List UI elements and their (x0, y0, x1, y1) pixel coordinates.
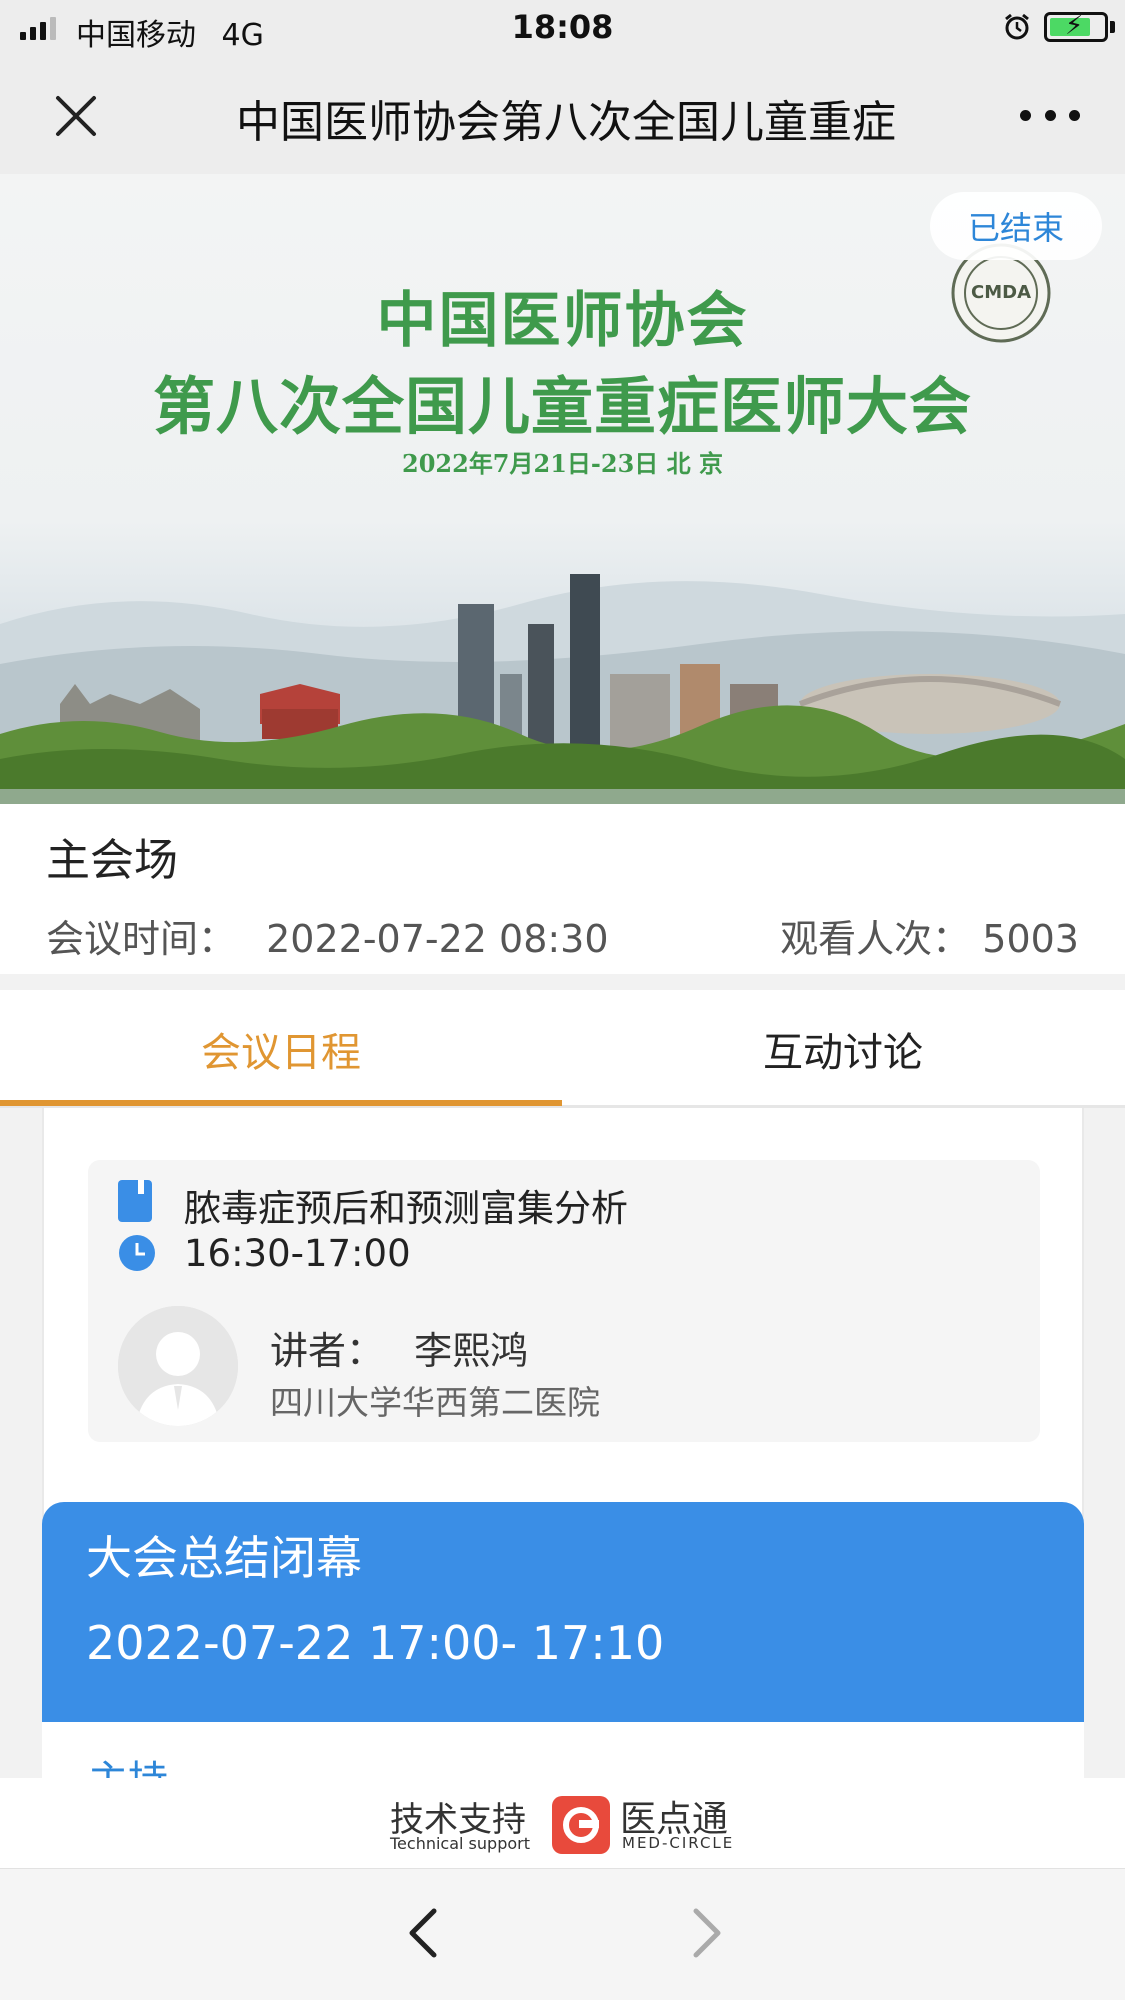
forward-chevron-icon[interactable] (680, 1905, 730, 1961)
closing-session-time: 2022-07-22 17:00- 17:10 (86, 1616, 665, 1670)
banner-title-line2: 第八次全国儿童重症医师大会 (152, 370, 972, 443)
meeting-time-label: 会议时间： (46, 917, 237, 961)
conference-banner: 中国医师协会 第八次全国儿童重症医师大会 2022年7月21日-23日 北 京 … (0, 174, 1125, 804)
closing-session-card[interactable]: 大会总结闭幕 2022-07-22 17:00- 17:10 主持 (42, 1502, 1084, 1778)
status-badge: 已结束 (930, 192, 1102, 260)
hall-title: 主会场 (46, 835, 178, 886)
back-chevron-icon[interactable] (400, 1905, 450, 1961)
page-title: 中国医师协会第八次全国儿童重症 (236, 97, 896, 148)
banner-date-location: 2022年7月21日-23日 北 京 (402, 449, 723, 478)
more-icon[interactable] (1020, 100, 1080, 130)
meeting-time: 会议时间： 2022-07-22 08:30 (46, 908, 609, 963)
clock-icon (119, 1235, 155, 1271)
status-bar: 中国移动 4G 18:08 ⚡ (0, 0, 1125, 56)
alarm-icon (1005, 13, 1029, 40)
closing-session-title: 大会总结闭幕 (86, 1531, 362, 1585)
session-info: 主会场 会议时间： 2022-07-22 08:30 观看人次： 5003 (0, 804, 1125, 974)
speaker-avatar (118, 1306, 238, 1426)
view-count: 观看人次： 5003 (780, 908, 1079, 963)
battery-tip (1110, 21, 1115, 33)
speaker-hospital: 四川大学华西第二医院 (270, 1383, 600, 1422)
tech-support-footer: 技术支持 Technical support 医点通 MED-CIRCLE (0, 1778, 1125, 1868)
schedule-item[interactable]: 脓毒症预后和预测富集分析 16:30-17:00 讲者： 李熙鸿 四川大学华西第… (88, 1160, 1040, 1442)
browser-bottom-nav (0, 1868, 1125, 2000)
schedule-list[interactable]: 脓毒症预后和预测富集分析 16:30-17:00 讲者： 李熙鸿 四川大学华西第… (0, 1108, 1125, 1778)
talk-title: 脓毒症预后和预测富集分析 (184, 1187, 628, 1230)
talk-time: 16:30-17:00 (184, 1232, 411, 1275)
tab-schedule[interactable]: 会议日程 (0, 990, 562, 1108)
beijing-skyline-illustration (0, 574, 1125, 804)
tech-support-label-en: Technical support (390, 1834, 530, 1853)
book-icon (118, 1180, 152, 1222)
view-count-value: 5003 (982, 917, 1079, 961)
active-tab-indicator (0, 1100, 562, 1106)
close-icon[interactable] (48, 88, 104, 144)
tab-bar: 会议日程 互动讨论 (0, 990, 1125, 1108)
speaker-name: 李熙鸿 (414, 1329, 529, 1373)
cmda-logo-text: CMDA (971, 282, 1031, 303)
brand-name-en: MED-CIRCLE (622, 1834, 735, 1852)
closing-session-header: 大会总结闭幕 2022-07-22 17:00- 17:10 (42, 1502, 1084, 1722)
nav-bar: 中国医师协会第八次全国儿童重症 (0, 56, 1125, 174)
speaker-label: 讲者： (270, 1329, 385, 1373)
host-label: 主持 (88, 1748, 168, 1778)
status-time: 18:08 (511, 8, 614, 46)
battery-icon: ⚡ (1044, 11, 1108, 42)
view-count-label: 观看人次： (780, 917, 971, 961)
med-circle-logo-icon (552, 1796, 610, 1854)
tab-discussion[interactable]: 互动讨论 (562, 990, 1124, 1108)
meeting-time-value: 2022-07-22 08:30 (266, 917, 609, 961)
speaker: 讲者： 李熙鸿 (270, 1320, 528, 1375)
